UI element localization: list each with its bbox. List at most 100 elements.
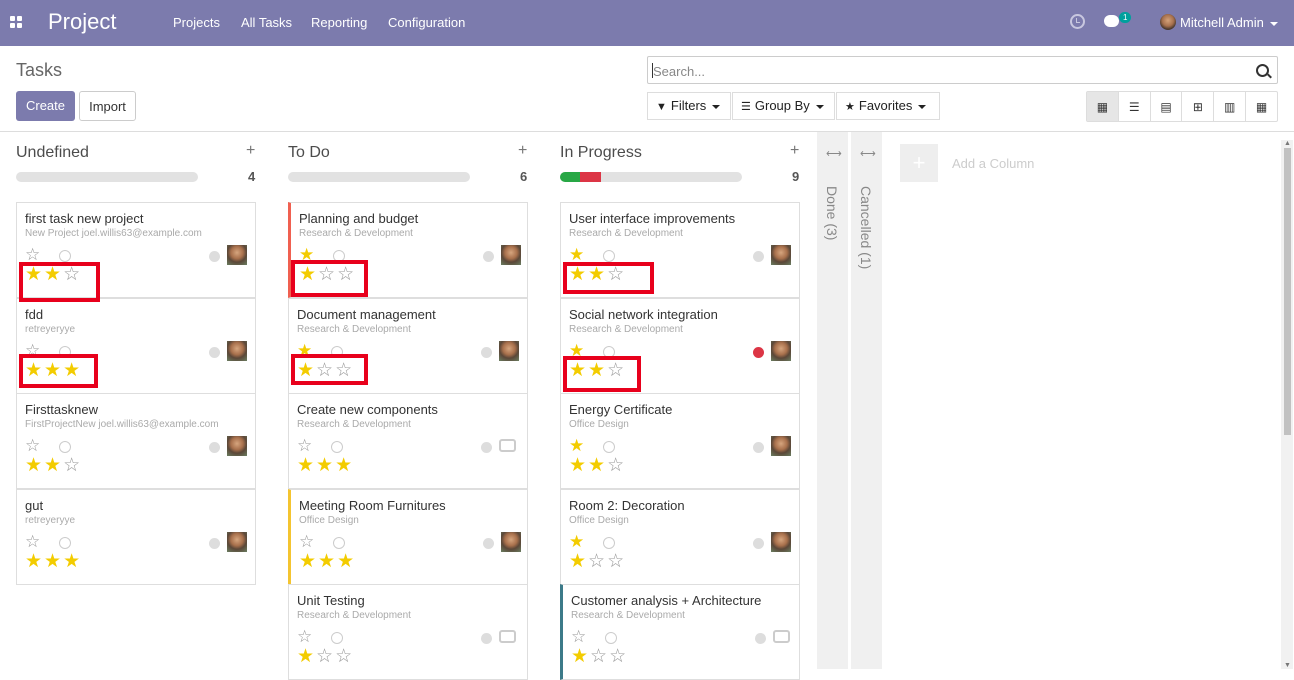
task-card[interactable]: gut retreyeryye ☆ ★★★ <box>16 489 256 585</box>
search-input[interactable]: Search... <box>647 56 1278 84</box>
favorites-button[interactable]: ★ Favorites <box>836 92 940 120</box>
rating-stars[interactable]: ★☆☆ <box>297 647 354 666</box>
task-card[interactable]: Room 2: Decoration Office Design ★ ★☆☆ <box>560 489 800 585</box>
activity-clock-icon[interactable] <box>59 250 71 262</box>
star-empty-icon[interactable]: ☆ <box>609 646 628 667</box>
kanban-state-dot[interactable] <box>753 442 764 453</box>
star-empty-icon[interactable]: ☆ <box>588 551 607 572</box>
vertical-scrollbar[interactable]: ▲ ▼ <box>1281 140 1293 669</box>
group-by-button[interactable]: ☰ Group By <box>732 92 835 120</box>
star-filled-icon[interactable]: ★ <box>337 551 356 572</box>
kanban-state-dot[interactable] <box>209 538 220 549</box>
priority-star-icon[interactable]: ★ <box>569 437 585 454</box>
star-filled-icon[interactable]: ★ <box>318 551 337 572</box>
priority-star-icon[interactable]: ☆ <box>299 533 315 550</box>
task-card[interactable]: Customer analysis + Architecture Research… <box>560 584 800 680</box>
star-empty-icon[interactable]: ☆ <box>316 646 335 667</box>
rating-stars[interactable]: ★★☆ <box>25 456 82 475</box>
quick-create-icon[interactable]: + <box>246 142 255 160</box>
kanban-state-dot[interactable] <box>755 633 766 644</box>
star-filled-icon[interactable]: ★ <box>297 646 316 667</box>
search-icon[interactable] <box>1256 64 1269 77</box>
star-filled-icon[interactable]: ★ <box>335 455 354 476</box>
menu-all-tasks[interactable]: All Tasks <box>241 15 292 30</box>
star-empty-icon[interactable]: ☆ <box>590 646 609 667</box>
filters-button[interactable]: ▼ Filters <box>647 92 731 120</box>
priority-star-icon[interactable]: ☆ <box>25 437 41 454</box>
rating-stars[interactable]: ★★★ <box>299 552 356 571</box>
kanban-view-icon[interactable]: ▦ <box>1087 92 1119 121</box>
kanban-state-dot[interactable] <box>483 251 494 262</box>
kanban-state-dot[interactable] <box>753 251 764 262</box>
star-filled-icon[interactable]: ★ <box>316 455 335 476</box>
calendar-view-icon[interactable]: ▤ <box>1151 92 1183 121</box>
activity-clock-icon[interactable] <box>59 441 71 453</box>
star-empty-icon[interactable]: ☆ <box>335 646 354 667</box>
scroll-up-icon[interactable]: ▲ <box>1284 140 1291 147</box>
column-title-in-progress[interactable]: In Progress <box>560 144 642 162</box>
rating-stars[interactable]: ★★★ <box>25 552 82 571</box>
star-filled-icon[interactable]: ★ <box>569 551 588 572</box>
task-card[interactable]: Meeting Room Furnitures Office Design ☆ ★★★ <box>288 489 528 585</box>
activity-view-icon[interactable]: ▦ <box>1246 92 1277 121</box>
kanban-state-dot[interactable] <box>209 442 220 453</box>
kanban-state-dot[interactable] <box>209 347 220 358</box>
column-progress-bar[interactable] <box>560 172 742 182</box>
folded-column-done[interactable]: ⟷ Done (3) <box>817 132 848 669</box>
star-filled-icon[interactable]: ★ <box>63 551 82 572</box>
kanban-state-dot[interactable] <box>209 251 220 262</box>
pivot-view-icon[interactable]: ⊞ <box>1182 92 1215 121</box>
priority-star-icon[interactable]: ★ <box>569 533 585 550</box>
import-button[interactable]: Import <box>79 91 136 121</box>
activity-clock-icon[interactable] <box>59 537 71 549</box>
kanban-state-dot[interactable] <box>481 347 492 358</box>
star-filled-icon[interactable]: ★ <box>569 455 588 476</box>
scroll-down-icon[interactable]: ▼ <box>1284 662 1291 669</box>
rating-stars[interactable]: ★★★ <box>297 456 354 475</box>
task-card[interactable]: Firsttasknew FirstProjectNew joel.willis6… <box>16 393 256 489</box>
column-progress-bar[interactable] <box>16 172 198 182</box>
star-filled-icon[interactable]: ★ <box>44 455 63 476</box>
task-card[interactable]: Energy Certificate Office Design ★ ★★☆ <box>560 393 800 489</box>
activity-clock-icon[interactable] <box>603 250 615 262</box>
star-empty-icon[interactable]: ☆ <box>63 455 82 476</box>
activity-clock-icon[interactable] <box>605 632 617 644</box>
app-brand[interactable]: Project <box>48 9 116 35</box>
add-column-link[interactable]: Add a Column <box>952 156 1034 171</box>
star-filled-icon[interactable]: ★ <box>299 551 318 572</box>
priority-star-icon[interactable]: ☆ <box>571 628 587 645</box>
star-empty-icon[interactable]: ☆ <box>607 455 626 476</box>
menu-projects[interactable]: Projects <box>173 15 220 30</box>
activity-clock-icon[interactable] <box>331 441 343 453</box>
kanban-state-dot[interactable] <box>753 538 764 549</box>
column-title-undefined[interactable]: Undefined <box>16 144 89 162</box>
graph-view-icon[interactable]: ▥ <box>1214 92 1247 121</box>
column-title-todo[interactable]: To Do <box>288 144 330 162</box>
rating-stars[interactable]: ★★☆ <box>569 456 626 475</box>
priority-star-icon[interactable]: ☆ <box>297 437 313 454</box>
activity-clock-icon[interactable] <box>603 441 615 453</box>
create-button[interactable]: Create <box>16 91 75 121</box>
activity-clock-icon[interactable] <box>333 537 345 549</box>
menu-configuration[interactable]: Configuration <box>388 15 465 30</box>
list-view-icon[interactable]: ☰ <box>1119 92 1151 121</box>
star-empty-icon[interactable]: ☆ <box>607 551 626 572</box>
priority-star-icon[interactable]: ☆ <box>25 533 41 550</box>
column-progress-bar[interactable] <box>288 172 470 182</box>
star-filled-icon[interactable]: ★ <box>588 455 607 476</box>
kanban-state-dot[interactable] <box>753 347 764 358</box>
task-card[interactable]: Create new components Research & Developm… <box>288 393 528 489</box>
user-menu[interactable]: Mitchell Admin <box>1180 15 1278 30</box>
priority-star-icon[interactable]: ★ <box>569 246 585 263</box>
messaging-chat-icon[interactable] <box>1104 15 1119 27</box>
kanban-state-dot[interactable] <box>481 633 492 644</box>
folded-column-cancelled[interactable]: ⟷ Cancelled (1) <box>851 132 882 669</box>
menu-reporting[interactable]: Reporting <box>311 15 367 30</box>
activity-clock-icon[interactable] <box>603 537 615 549</box>
star-filled-icon[interactable]: ★ <box>44 551 63 572</box>
user-avatar[interactable] <box>1160 14 1176 30</box>
rating-stars[interactable]: ★☆☆ <box>571 647 628 666</box>
priority-star-icon[interactable]: ☆ <box>25 246 41 263</box>
kanban-state-dot[interactable] <box>483 538 494 549</box>
activity-clock-icon[interactable] <box>1070 14 1085 29</box>
